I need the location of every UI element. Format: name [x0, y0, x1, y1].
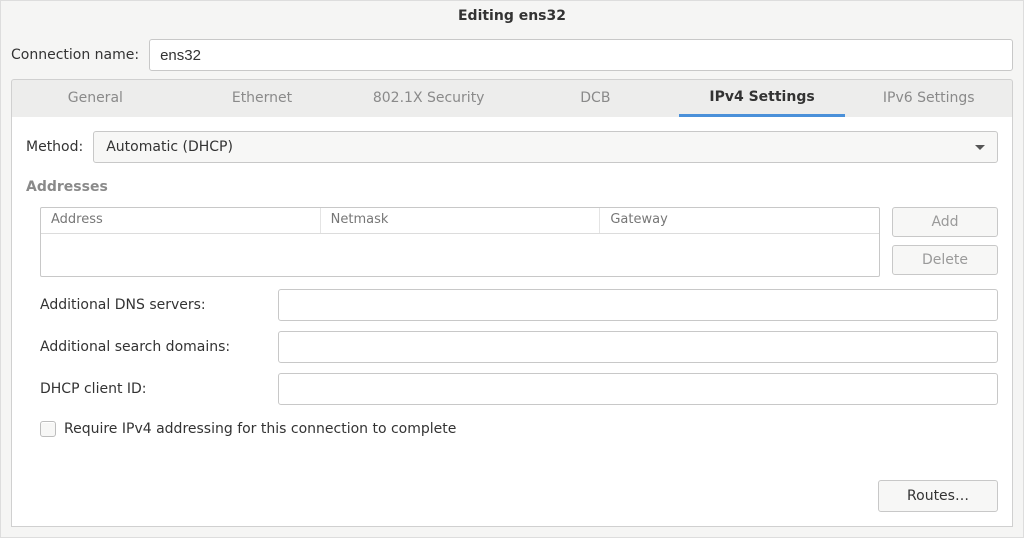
editing-connection-window: Editing ens32 Connection name: General E… [0, 0, 1024, 538]
tab-ethernet[interactable]: Ethernet [179, 80, 346, 117]
ipv4-settings-panel: Method: Automatic (DHCP) Addresses Addre… [11, 117, 1013, 527]
method-selected-value: Automatic (DHCP) [106, 139, 233, 155]
tab-dcb-label: DCB [580, 90, 610, 106]
addresses-col-gateway: Gateway [600, 208, 879, 233]
addresses-section-title: Addresses [26, 179, 998, 195]
tab-general[interactable]: General [12, 80, 179, 117]
routes-button[interactable]: Routes… [878, 480, 998, 512]
method-row: Method: Automatic (DHCP) [26, 131, 998, 163]
tab-ipv4-settings[interactable]: IPv4 Settings [679, 80, 846, 117]
window-title: Editing ens32 [458, 8, 566, 24]
addresses-table[interactable]: Address Netmask Gateway [40, 207, 880, 277]
tab-8021x-security[interactable]: 802.1X Security [345, 80, 512, 117]
search-domains-row: Additional search domains: [40, 331, 998, 363]
window-titlebar: Editing ens32 [1, 1, 1023, 31]
panel-footer: Routes… [26, 480, 998, 512]
extra-fields: Additional DNS servers: Additional searc… [26, 289, 998, 405]
tab-ipv4-label: IPv4 Settings [709, 89, 814, 105]
dns-servers-row: Additional DNS servers: [40, 289, 998, 321]
addresses-header-row: Address Netmask Gateway [41, 208, 879, 234]
tab-8021x-label: 802.1X Security [373, 90, 485, 106]
method-combobox[interactable]: Automatic (DHCP) [93, 131, 998, 163]
search-domains-label: Additional search domains: [40, 339, 270, 355]
dhcp-client-id-label: DHCP client ID: [40, 381, 270, 397]
method-label: Method: [26, 139, 83, 155]
require-ipv4-checkbox[interactable] [40, 421, 56, 437]
dns-servers-input[interactable] [278, 289, 998, 321]
tab-dcb[interactable]: DCB [512, 80, 679, 117]
tab-general-label: General [68, 90, 123, 106]
addresses-side-buttons: Add Delete [892, 207, 998, 275]
tab-ipv6-label: IPv6 Settings [883, 90, 975, 106]
dhcp-client-id-row: DHCP client ID: [40, 373, 998, 405]
connection-name-input[interactable] [149, 39, 1013, 71]
addresses-block: Address Netmask Gateway Add Delete [26, 207, 998, 277]
require-ipv4-row: Require IPv4 addressing for this connect… [26, 421, 998, 437]
addresses-col-netmask: Netmask [321, 208, 601, 233]
addresses-col-address: Address [41, 208, 321, 233]
settings-tabs: General Ethernet 802.1X Security DCB IPv… [11, 79, 1013, 117]
tab-ipv6-settings[interactable]: IPv6 Settings [845, 80, 1012, 117]
delete-address-button[interactable]: Delete [892, 245, 998, 275]
connection-name-label: Connection name: [11, 47, 139, 63]
add-address-button[interactable]: Add [892, 207, 998, 237]
dns-servers-label: Additional DNS servers: [40, 297, 270, 313]
connection-name-row: Connection name: [1, 31, 1023, 79]
chevron-down-icon [975, 145, 985, 150]
dhcp-client-id-input[interactable] [278, 373, 998, 405]
require-ipv4-label: Require IPv4 addressing for this connect… [64, 421, 456, 437]
search-domains-input[interactable] [278, 331, 998, 363]
tab-ethernet-label: Ethernet [232, 90, 292, 106]
